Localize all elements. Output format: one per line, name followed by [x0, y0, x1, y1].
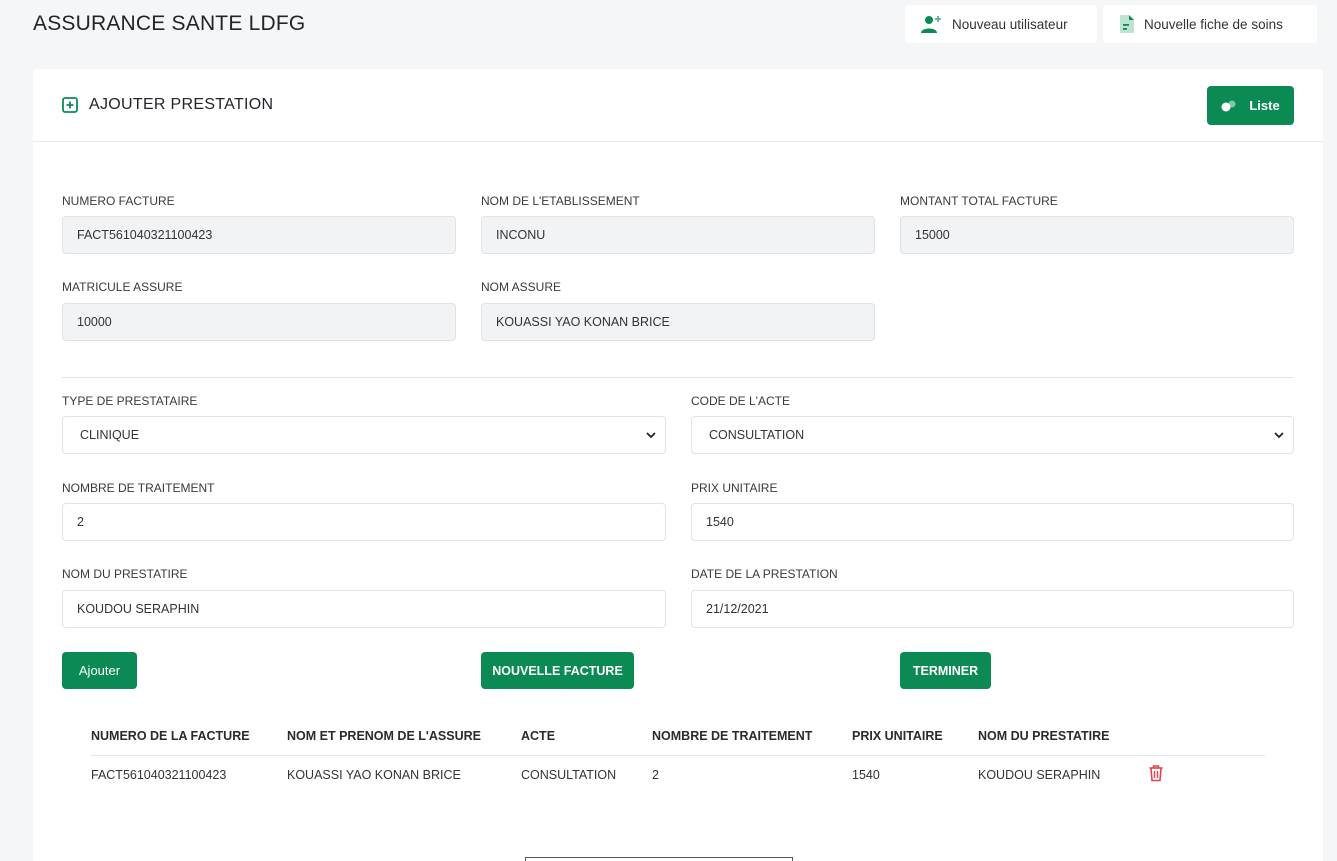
top-bar: ASSURANCE SANTE LDFG Nouveau utilisateur… — [0, 0, 1337, 50]
code-acte-value: CONSULTATION — [709, 428, 805, 442]
user-plus-icon — [921, 16, 941, 33]
card-title-text: AJOUTER PRESTATION — [89, 96, 274, 113]
plus-square-icon — [62, 97, 78, 113]
type-prestataire-value: CLINIQUE — [80, 428, 140, 442]
nom-prestataire-label: NOM DU PRESTATIRE — [62, 567, 188, 581]
table-header-divider — [91, 755, 1265, 756]
numero-facture-label: NUMERO FACTURE — [62, 194, 175, 208]
new-sheet-label: Nouvelle fiche de soins — [1144, 16, 1283, 32]
matricule-field[interactable]: 10000 — [62, 303, 456, 341]
toggle-icon — [1221, 100, 1236, 111]
document-icon — [1120, 15, 1134, 33]
new-invoice-button[interactable]: NOUVELLE FACTURE — [481, 652, 634, 689]
prix-unitaire-input[interactable]: 1540 — [691, 503, 1294, 541]
cell-nom-prestataire: KOUDOU SERAPHIN — [978, 768, 1101, 782]
nombre-traitement-label: NOMBRE DE TRAITEMENT — [62, 481, 215, 495]
nom-assure-field[interactable]: KOUASSI YAO KONAN BRICE — [481, 303, 875, 341]
new-user-button[interactable]: Nouveau utilisateur — [905, 5, 1097, 43]
matricule-label: MATRICULE ASSURE — [62, 280, 183, 294]
col-nom-prestataire: NOM DU PRESTATIRE — [978, 729, 1110, 743]
new-user-label: Nouveau utilisateur — [952, 16, 1068, 32]
app-title: ASSURANCE SANTE LDFG — [33, 12, 306, 35]
nom-prestataire-input[interactable]: KOUDOU SERAPHIN — [62, 590, 666, 628]
list-label: Liste — [1249, 98, 1280, 113]
col-acte: ACTE — [521, 729, 556, 743]
date-prestation-label: DATE DE LA PRESTATION — [691, 567, 838, 581]
nom-assure-label: NOM ASSURE — [481, 280, 562, 294]
add-button[interactable]: Ajouter — [62, 652, 137, 689]
bottom-box — [525, 857, 793, 861]
code-acte-select[interactable]: CONSULTATION — [691, 416, 1294, 454]
cell-numero-facture: FACT561040321100423 — [91, 768, 227, 782]
col-prix-unitaire: PRIX UNITAIRE — [852, 729, 943, 743]
prix-unitaire-label: PRIX UNITAIRE — [691, 481, 778, 495]
date-prestation-input[interactable]: 21/12/2021 — [691, 590, 1294, 628]
code-acte-label: CODE DE L'ACTE — [691, 394, 790, 408]
cell-nombre-traitement: 2 — [652, 768, 659, 782]
section-divider — [62, 377, 1294, 378]
new-sheet-button[interactable]: Nouvelle fiche de soins — [1103, 5, 1317, 43]
prestation-card: AJOUTER PRESTATION Liste NUMERO FACTURE … — [33, 69, 1323, 861]
etablissement-field[interactable]: INCONU — [481, 216, 875, 254]
etablissement-label: NOM DE L'ETABLISSEMENT — [481, 194, 640, 208]
list-button[interactable]: Liste — [1207, 86, 1294, 125]
finish-button[interactable]: TERMINER — [900, 652, 991, 689]
chevron-down-icon — [646, 432, 656, 439]
cell-prix-unitaire: 1540 — [852, 768, 880, 782]
trash-icon[interactable] — [1148, 764, 1164, 782]
chevron-down-icon — [1274, 432, 1284, 439]
montant-total-field[interactable]: 15000 — [900, 216, 1294, 254]
card-header: AJOUTER PRESTATION Liste — [33, 69, 1323, 142]
montant-total-label: MONTANT TOTAL FACTURE — [900, 194, 1058, 208]
nombre-traitement-input[interactable]: 2 — [62, 503, 666, 541]
type-prestataire-label: TYPE DE PRESTATAIRE — [62, 394, 198, 408]
card-title: AJOUTER PRESTATION — [62, 96, 273, 114]
type-prestataire-select[interactable]: CLINIQUE — [62, 416, 666, 454]
cell-nom-assure: KOUASSI YAO KONAN BRICE — [287, 768, 461, 782]
cell-acte: CONSULTATION — [521, 768, 617, 782]
col-nom-assure: NOM ET PRENOM DE L'ASSURE — [287, 729, 481, 743]
col-numero-facture: NUMERO DE LA FACTURE — [91, 729, 250, 743]
col-nombre-traitement: NOMBRE DE TRAITEMENT — [652, 729, 813, 743]
numero-facture-field[interactable]: FACT561040321100423 — [62, 216, 456, 254]
